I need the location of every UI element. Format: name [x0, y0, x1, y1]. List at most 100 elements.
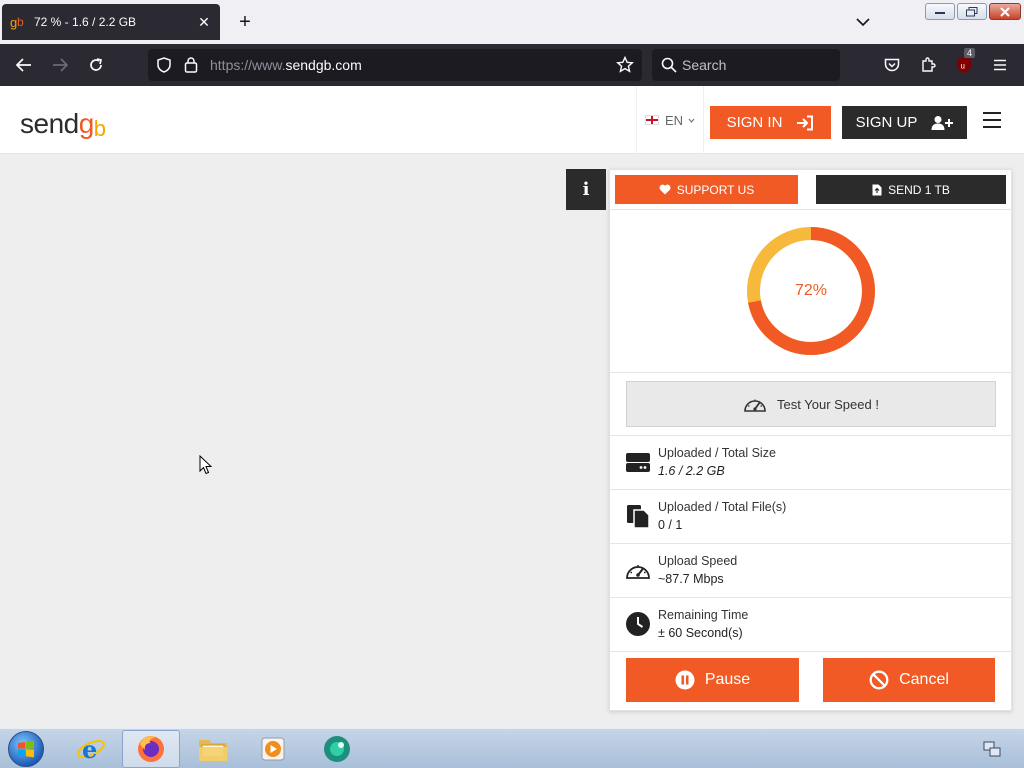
- stat-value: ± 60 Second(s): [658, 626, 743, 640]
- pause-label: Pause: [704, 671, 751, 688]
- start-button[interactable]: [8, 731, 44, 767]
- sign-in-label: SIGN IN: [726, 114, 783, 131]
- menu-line: [983, 119, 1001, 121]
- test-speed-label: Test Your Speed !: [777, 396, 879, 412]
- stat-label: Upload Speed: [658, 554, 738, 568]
- folder-icon: [199, 740, 227, 761]
- address-bar[interactable]: https://www.sendgb.com: [148, 49, 642, 81]
- reload-icon: [90, 58, 103, 71]
- shield-icon[interactable]: [156, 57, 172, 73]
- taskbar-firefox[interactable]: [122, 730, 180, 768]
- close-window-button[interactable]: [989, 3, 1021, 20]
- internet-explorer-icon: e: [77, 735, 105, 764]
- speed-test-area: Test Your Speed !: [610, 373, 1011, 436]
- support-us-label: SUPPORT US: [676, 182, 755, 197]
- cancel-button[interactable]: Cancel: [823, 658, 995, 702]
- site-menu-button[interactable]: [983, 112, 1001, 128]
- new-tab-button[interactable]: +: [234, 11, 256, 33]
- support-us-button[interactable]: SUPPORT US: [615, 175, 798, 204]
- stat-label: Uploaded / Total Size: [658, 446, 776, 460]
- menu-icon: [994, 59, 1006, 71]
- stat-label: Remaining Time: [658, 608, 749, 622]
- pocket-button[interactable]: [880, 54, 904, 76]
- mouse-cursor-icon: [199, 455, 213, 475]
- menu-line: [983, 112, 1001, 114]
- windows-logo-icon: [18, 740, 34, 758]
- url-text: https://www.sendgb.com: [210, 57, 362, 73]
- menu-line: [983, 126, 1001, 128]
- minimize-icon: [935, 11, 945, 14]
- stat-value: ~87.7 Mbps: [658, 572, 724, 586]
- sign-up-label: SIGN UP: [855, 114, 918, 131]
- svg-text:e: e: [82, 735, 97, 764]
- taskbar-app[interactable]: [308, 730, 366, 768]
- arrow-left-icon: [16, 58, 31, 72]
- windows-taskbar: e: [0, 728, 1024, 768]
- sign-up-button[interactable]: SIGN UP: [842, 106, 967, 139]
- speedometer-icon: [625, 557, 651, 583]
- reload-button[interactable]: [84, 54, 108, 76]
- bookmark-star-icon[interactable]: [616, 56, 634, 74]
- copy-files-icon: [625, 503, 651, 529]
- minimize-window-button[interactable]: [925, 3, 955, 20]
- app-menu-button[interactable]: [988, 54, 1012, 76]
- hard-drive-icon: [625, 449, 651, 475]
- network-tray-icon[interactable]: [982, 739, 1002, 759]
- browser-tab[interactable]: g b 72 % - 1.6 / 2.2 GB ✕: [2, 4, 220, 40]
- chevron-down-icon: [856, 18, 870, 26]
- list-all-tabs-button[interactable]: [852, 12, 874, 32]
- browser-tab-bar: g b 72 % - 1.6 / 2.2 GB ✕ +: [0, 0, 1024, 44]
- search-input[interactable]: Search: [652, 49, 840, 81]
- sign-in-button[interactable]: SIGN IN: [710, 106, 831, 139]
- stat-remaining-time: Remaining Time ± 60 Second(s): [610, 598, 1011, 652]
- info-icon: i: [582, 179, 590, 200]
- taskbar-file-explorer[interactable]: [184, 730, 242, 768]
- puzzle-icon: [922, 57, 936, 72]
- logo-g-text: g: [78, 108, 95, 139]
- file-upload-icon: [872, 184, 882, 195]
- progress-area: 72%: [610, 210, 1011, 373]
- svg-text:u: u: [961, 62, 965, 71]
- close-tab-icon[interactable]: ✕: [196, 14, 212, 30]
- browser-nav-bar: https://www.sendgb.com Search u 4: [0, 44, 1024, 86]
- send-1tb-button[interactable]: SEND 1 TB: [816, 175, 1006, 204]
- pocket-icon: [884, 58, 900, 71]
- sendgb-logo[interactable]: send g b: [20, 100, 106, 141]
- ublock-shield-icon: u: [957, 57, 971, 73]
- clock-icon: [625, 611, 651, 637]
- speedometer-icon: [744, 399, 766, 412]
- stat-value: 1.6 / 2.2 GB: [658, 464, 725, 478]
- ublock-extension-button[interactable]: u 4: [952, 48, 976, 76]
- forward-button[interactable]: [48, 54, 72, 76]
- language-label: EN: [664, 112, 684, 128]
- firefox-icon: [138, 736, 164, 762]
- chevron-down-icon: [688, 118, 695, 123]
- ban-icon: [869, 670, 889, 690]
- taskbar-internet-explorer[interactable]: e: [62, 730, 120, 768]
- test-speed-button[interactable]: Test Your Speed !: [626, 381, 996, 427]
- info-button[interactable]: i: [566, 169, 606, 210]
- extensions-button[interactable]: [916, 54, 940, 76]
- upload-progress-panel: SUPPORT US SEND 1 TB 72% Test Your Speed…: [609, 169, 1012, 711]
- progress-percent: 72%: [794, 282, 828, 299]
- site-header: send g b EN SIGN IN SIGN UP: [0, 86, 1024, 154]
- svg-text:b: b: [17, 15, 24, 29]
- pause-button[interactable]: Pause: [626, 658, 799, 702]
- search-placeholder: Search: [682, 57, 727, 73]
- stat-value: 0 / 1: [658, 518, 683, 532]
- stat-upload-speed: Upload Speed ~87.7 Mbps: [610, 544, 1011, 598]
- heart-icon: [659, 184, 671, 195]
- stat-label: Uploaded / Total File(s): [658, 500, 787, 514]
- sendgb-favicon-icon: g b: [10, 15, 24, 30]
- panel-top-actions: SUPPORT US SEND 1 TB: [610, 170, 1011, 210]
- logo-b-text: b: [93, 116, 106, 141]
- media-player-icon: [261, 737, 285, 761]
- pause-icon: [675, 670, 695, 690]
- taskbar-media-player[interactable]: [244, 730, 302, 768]
- close-icon: [1000, 6, 1010, 17]
- lock-icon[interactable]: [184, 56, 198, 73]
- restore-window-button[interactable]: [957, 3, 987, 20]
- language-selector[interactable]: EN: [636, 86, 704, 154]
- sign-in-arrow-icon: [797, 115, 814, 130]
- back-button[interactable]: [12, 54, 36, 76]
